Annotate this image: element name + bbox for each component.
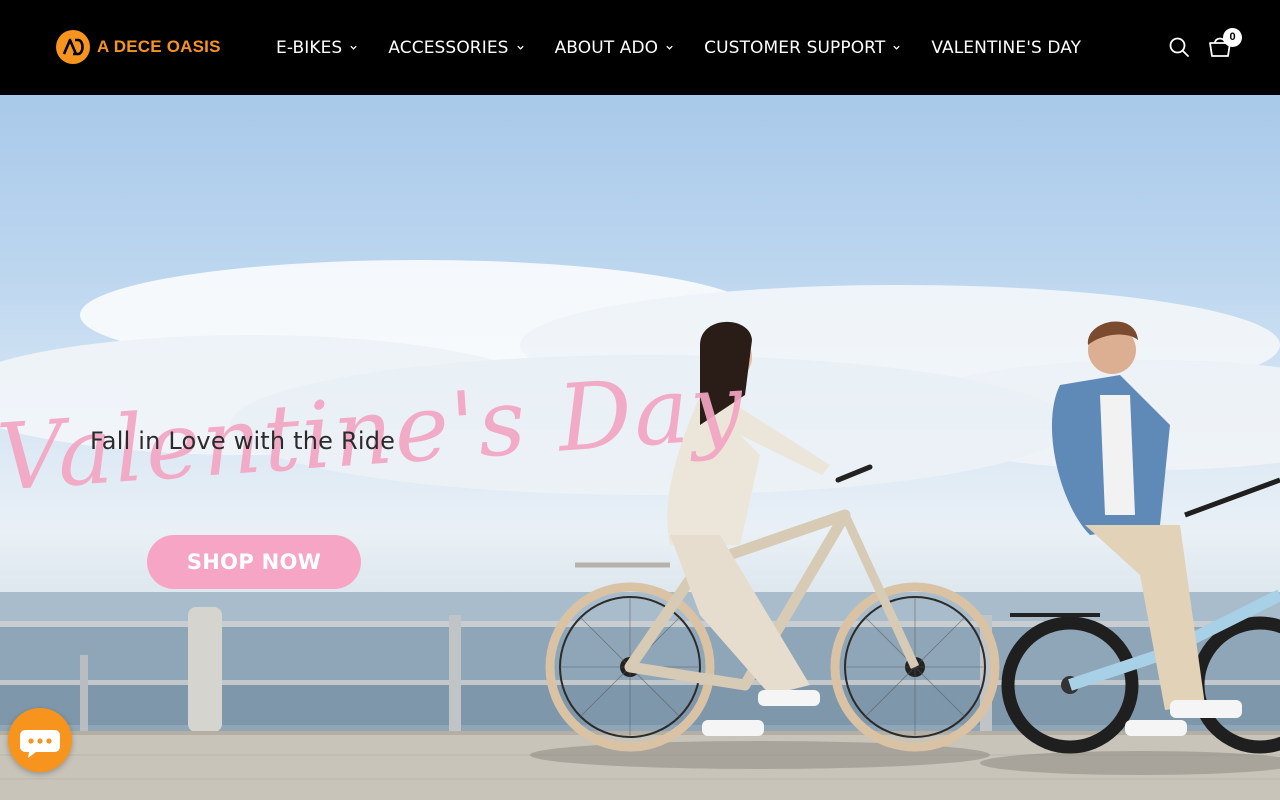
nav-item-customer-support[interactable]: CUSTOMER SUPPORT [704, 38, 901, 58]
hero-headline: Fall in Love with the Ride [90, 427, 396, 455]
nav-item-valentines-day[interactable]: VALENTINE'S DAY [931, 38, 1081, 58]
nav-item-label: ACCESSORIES [388, 37, 509, 58]
nav-item-label: ABOUT ADO [554, 37, 659, 58]
chevron-down-icon [350, 45, 357, 50]
cart-count-badge: 0 [1223, 28, 1242, 47]
brand-name: A DECE OASIS [97, 37, 221, 56]
search-icon[interactable] [1168, 36, 1190, 58]
chevron-down-icon [666, 45, 673, 50]
site-header: A DECE OASIS E-BIKES ACCESSORIES ABOUT A… [0, 0, 1280, 95]
ad-logo-icon [56, 30, 90, 64]
nav-item-label: VALENTINE'S DAY [931, 37, 1082, 58]
nav-item-label: E-BIKES [276, 37, 343, 58]
chevron-down-icon [893, 45, 900, 50]
hero-banner: Valentine's Day Fall in Love with the Ri… [0, 95, 1280, 800]
shop-now-button[interactable]: SHOP NOW [147, 535, 361, 589]
chat-bubble-icon[interactable] [8, 708, 72, 772]
nav-item-label: CUSTOMER SUPPORT [704, 37, 886, 58]
brand-logo[interactable]: A DECE OASIS [56, 30, 221, 64]
nav-item-accessories[interactable]: ACCESSORIES [388, 38, 524, 58]
main-nav: E-BIKES ACCESSORIES ABOUT ADO CUSTOMER S… [276, 0, 1081, 95]
nav-item-e-bikes[interactable]: E-BIKES [276, 38, 358, 58]
chevron-down-icon [516, 45, 524, 50]
nav-item-about-ado[interactable]: ABOUT ADO [555, 38, 675, 58]
